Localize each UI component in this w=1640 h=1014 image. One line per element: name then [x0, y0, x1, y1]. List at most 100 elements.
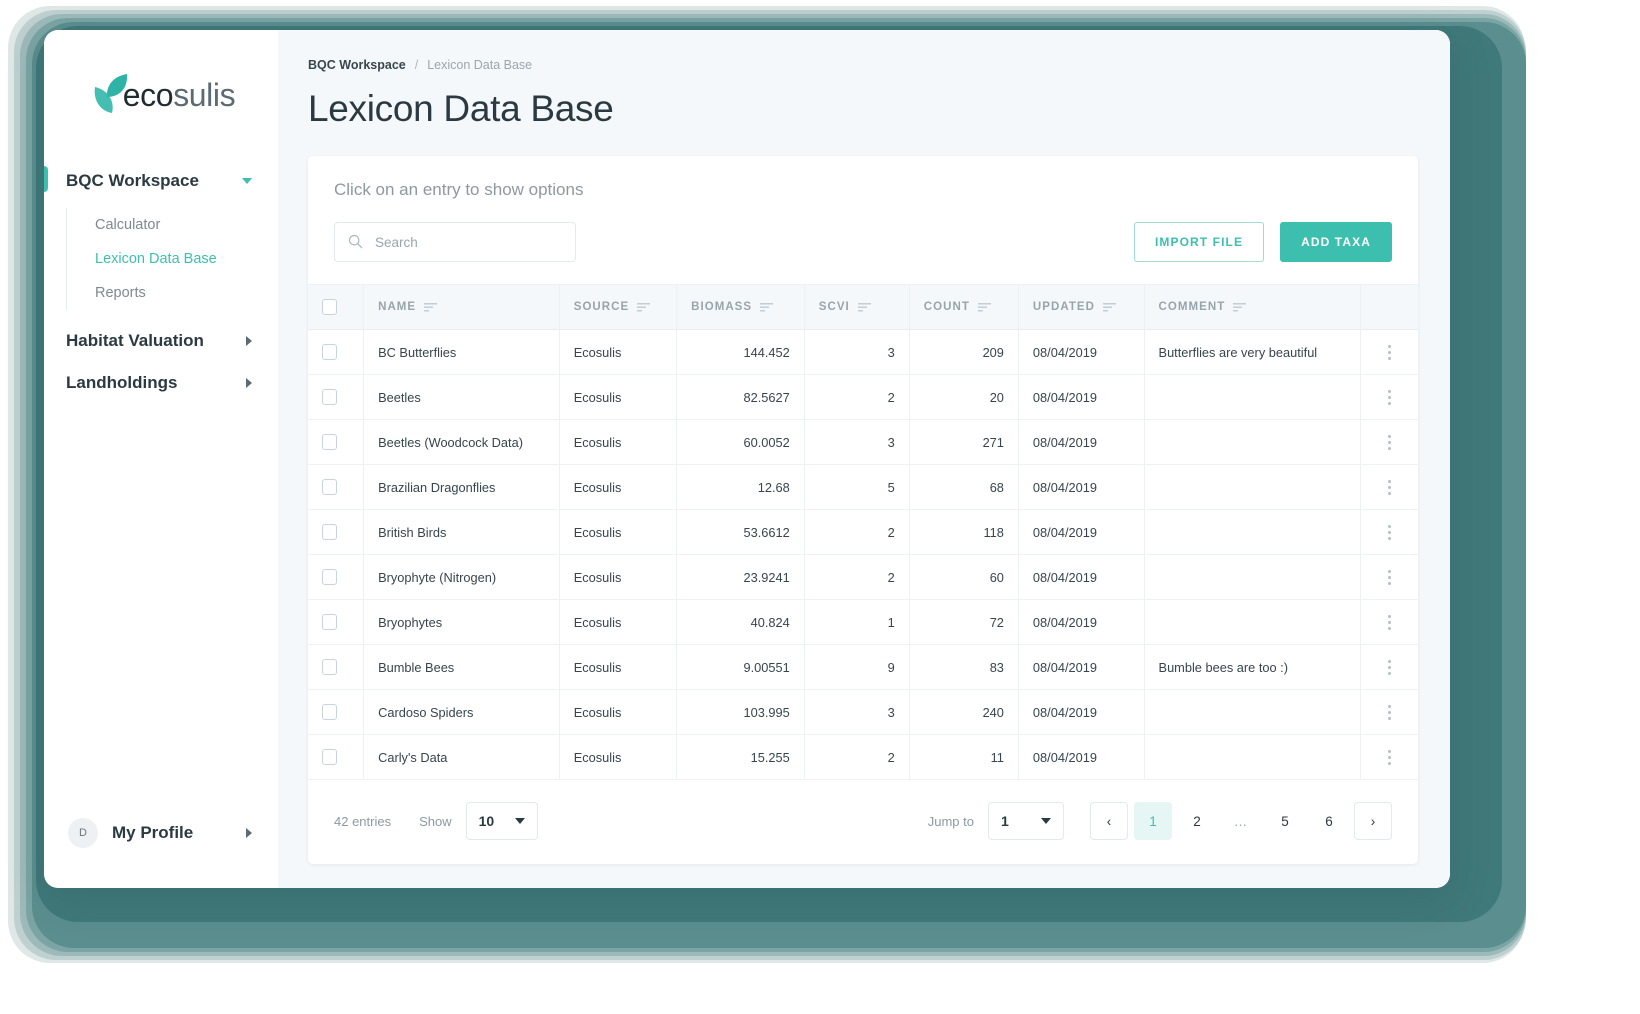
column-header-name[interactable]: NAME [363, 284, 560, 330]
row-menu-icon[interactable] [1375, 735, 1404, 779]
cell-updated: 08/04/2019 [1018, 689, 1145, 735]
sort-icon [1233, 303, 1247, 312]
column-header-source[interactable]: SOURCE [559, 284, 678, 330]
cell-count: 83 [909, 644, 1019, 690]
sidebar-item-landholdings[interactable]: Landholdings [44, 362, 278, 404]
sort-icon [760, 303, 774, 312]
table-row[interactable]: Carly's Data Ecosulis 15.255 2 11 08/04/2019 [308, 734, 1418, 780]
row-select-cell [308, 734, 365, 780]
row-actions-cell [1360, 554, 1418, 600]
lexicon-panel: Click on an entry to show options Search… [308, 156, 1418, 864]
pagination-page-button[interactable]: 5 [1266, 802, 1304, 840]
cell-biomass: 103.995 [676, 689, 805, 735]
import-file-button[interactable]: IMPORT FILE [1133, 222, 1265, 262]
cell-updated: 08/04/2019 [1018, 374, 1145, 420]
row-menu-icon[interactable] [1375, 555, 1404, 599]
cell-updated: 08/04/2019 [1018, 599, 1145, 645]
table-row[interactable]: Beetles Ecosulis 82.5627 2 20 08/04/2019 [308, 374, 1418, 420]
column-header-comment[interactable]: COMMENT [1144, 284, 1361, 330]
select-all-checkbox[interactable] [322, 299, 337, 315]
row-actions-cell [1360, 644, 1418, 690]
page-title: Lexicon Data Base [308, 88, 614, 129]
pagination-prev-button[interactable]: ‹ [1090, 802, 1128, 840]
sidebar-item-calculator[interactable]: Calculator [81, 208, 278, 242]
row-menu-icon[interactable] [1375, 510, 1404, 554]
cell-updated: 08/04/2019 [1018, 734, 1145, 780]
cell-scvi: 5 [804, 464, 910, 510]
breadcrumb-parent[interactable]: BQC Workspace [308, 58, 406, 72]
panel-toolbar-area: Click on an entry to show options Search… [308, 156, 1418, 284]
row-checkbox[interactable] [322, 344, 337, 360]
cell-count: 20 [909, 374, 1019, 420]
row-menu-icon[interactable] [1375, 420, 1404, 464]
pagination-page-button[interactable]: 6 [1310, 802, 1348, 840]
row-checkbox[interactable] [322, 434, 337, 450]
sidebar-item-lexicon-data-base[interactable]: Lexicon Data Base [81, 242, 278, 276]
row-menu-icon[interactable] [1375, 690, 1404, 734]
row-checkbox[interactable] [322, 749, 337, 765]
row-checkbox[interactable] [322, 524, 337, 540]
cell-scvi: 3 [804, 419, 910, 465]
cell-source: Ecosulis [559, 644, 678, 690]
table-row[interactable]: Beetles (Woodcock Data) Ecosulis 60.0052 3 2… [308, 419, 1418, 465]
table-row[interactable]: Brazilian Dragonflies Ecosulis 12.68 5 68 08/… [308, 464, 1418, 510]
row-checkbox[interactable] [322, 659, 337, 675]
row-select-cell [308, 689, 365, 735]
cell-comment [1144, 689, 1361, 735]
cell-biomass: 40.824 [676, 599, 805, 645]
sidebar-item-reports[interactable]: Reports [81, 276, 278, 310]
pagination-next-button[interactable]: › [1354, 802, 1392, 840]
column-header-biomass[interactable]: BIOMASS [676, 284, 805, 330]
row-checkbox[interactable] [322, 614, 337, 630]
row-select-cell [308, 599, 365, 645]
row-menu-icon[interactable] [1375, 330, 1404, 374]
sort-icon [424, 303, 438, 312]
row-checkbox[interactable] [322, 569, 337, 585]
table-row[interactable]: Cardoso Spiders Ecosulis 103.995 3 240 08/04/… [308, 689, 1418, 735]
sidebar-item-my-profile[interactable]: D My Profile [44, 818, 278, 888]
pagination-page-button[interactable]: 2 [1178, 802, 1216, 840]
search-field[interactable] [334, 222, 576, 262]
app-window: ecosulis BQC Workspace Calculator Lexico… [44, 30, 1450, 888]
table-row[interactable]: Bryophyte (Nitrogen) Ecosulis 23.9241 2 60 08… [308, 554, 1418, 600]
add-taxa-button[interactable]: ADD TAXA [1280, 222, 1392, 262]
sidebar-subnav-bqc: Calculator Lexicon Data Base Reports [66, 208, 278, 310]
column-header-updated[interactable]: UPDATED [1018, 284, 1145, 330]
sort-icon [637, 303, 651, 312]
chevron-down-icon [242, 178, 252, 184]
main-content: BQC Workspace / Lexicon Data Base Lexico… [278, 30, 1450, 888]
row-menu-icon[interactable] [1375, 465, 1404, 509]
row-menu-icon[interactable] [1375, 645, 1404, 689]
cell-count: 271 [909, 419, 1019, 465]
cell-comment: Butterflies are very beautiful [1144, 329, 1361, 375]
row-actions-cell [1360, 464, 1418, 510]
cell-comment [1144, 464, 1361, 510]
sidebar-item-bqc-workspace[interactable]: BQC Workspace [44, 160, 278, 202]
row-checkbox[interactable] [322, 479, 337, 495]
cell-biomass: 82.5627 [676, 374, 805, 420]
row-menu-icon[interactable] [1375, 375, 1404, 419]
column-header-count[interactable]: COUNT [909, 284, 1019, 330]
cell-name: Beetles (Woodcock Data) [363, 419, 560, 465]
table-row[interactable]: British Birds Ecosulis 53.6612 2 118 08/04/20… [308, 509, 1418, 555]
page-size-select[interactable]: 10 [465, 802, 538, 840]
cell-updated: 08/04/2019 [1018, 464, 1145, 510]
brand-logo[interactable]: ecosulis [44, 30, 278, 134]
table-row[interactable]: BC Butterflies Ecosulis 144.452 3 209 08/04/2… [308, 329, 1418, 375]
sidebar: ecosulis BQC Workspace Calculator Lexico… [44, 30, 278, 888]
column-header-scvi[interactable]: SCVI [804, 284, 910, 330]
jump-to-select[interactable]: 1 [988, 802, 1064, 840]
table-row[interactable]: Bryophytes Ecosulis 40.824 1 72 08/04/2019 [308, 599, 1418, 645]
search-input[interactable] [373, 233, 575, 251]
row-checkbox[interactable] [322, 704, 337, 720]
table-row[interactable]: Bumble Bees Ecosulis 9.00551 9 83 08/04/2019 B… [308, 644, 1418, 690]
pagination-page-button[interactable]: 1 [1134, 802, 1172, 840]
row-checkbox[interactable] [322, 389, 337, 405]
row-menu-icon[interactable] [1375, 600, 1404, 644]
cell-biomass: 60.0052 [676, 419, 805, 465]
table-body: BC Butterflies Ecosulis 144.452 3 209 08/04/2… [308, 329, 1418, 780]
chevron-right-icon [246, 378, 252, 388]
sidebar-item-habitat-valuation[interactable]: Habitat Valuation [44, 320, 278, 362]
cell-name: Brazilian Dragonflies [363, 464, 560, 510]
cell-count: 11 [909, 734, 1019, 780]
